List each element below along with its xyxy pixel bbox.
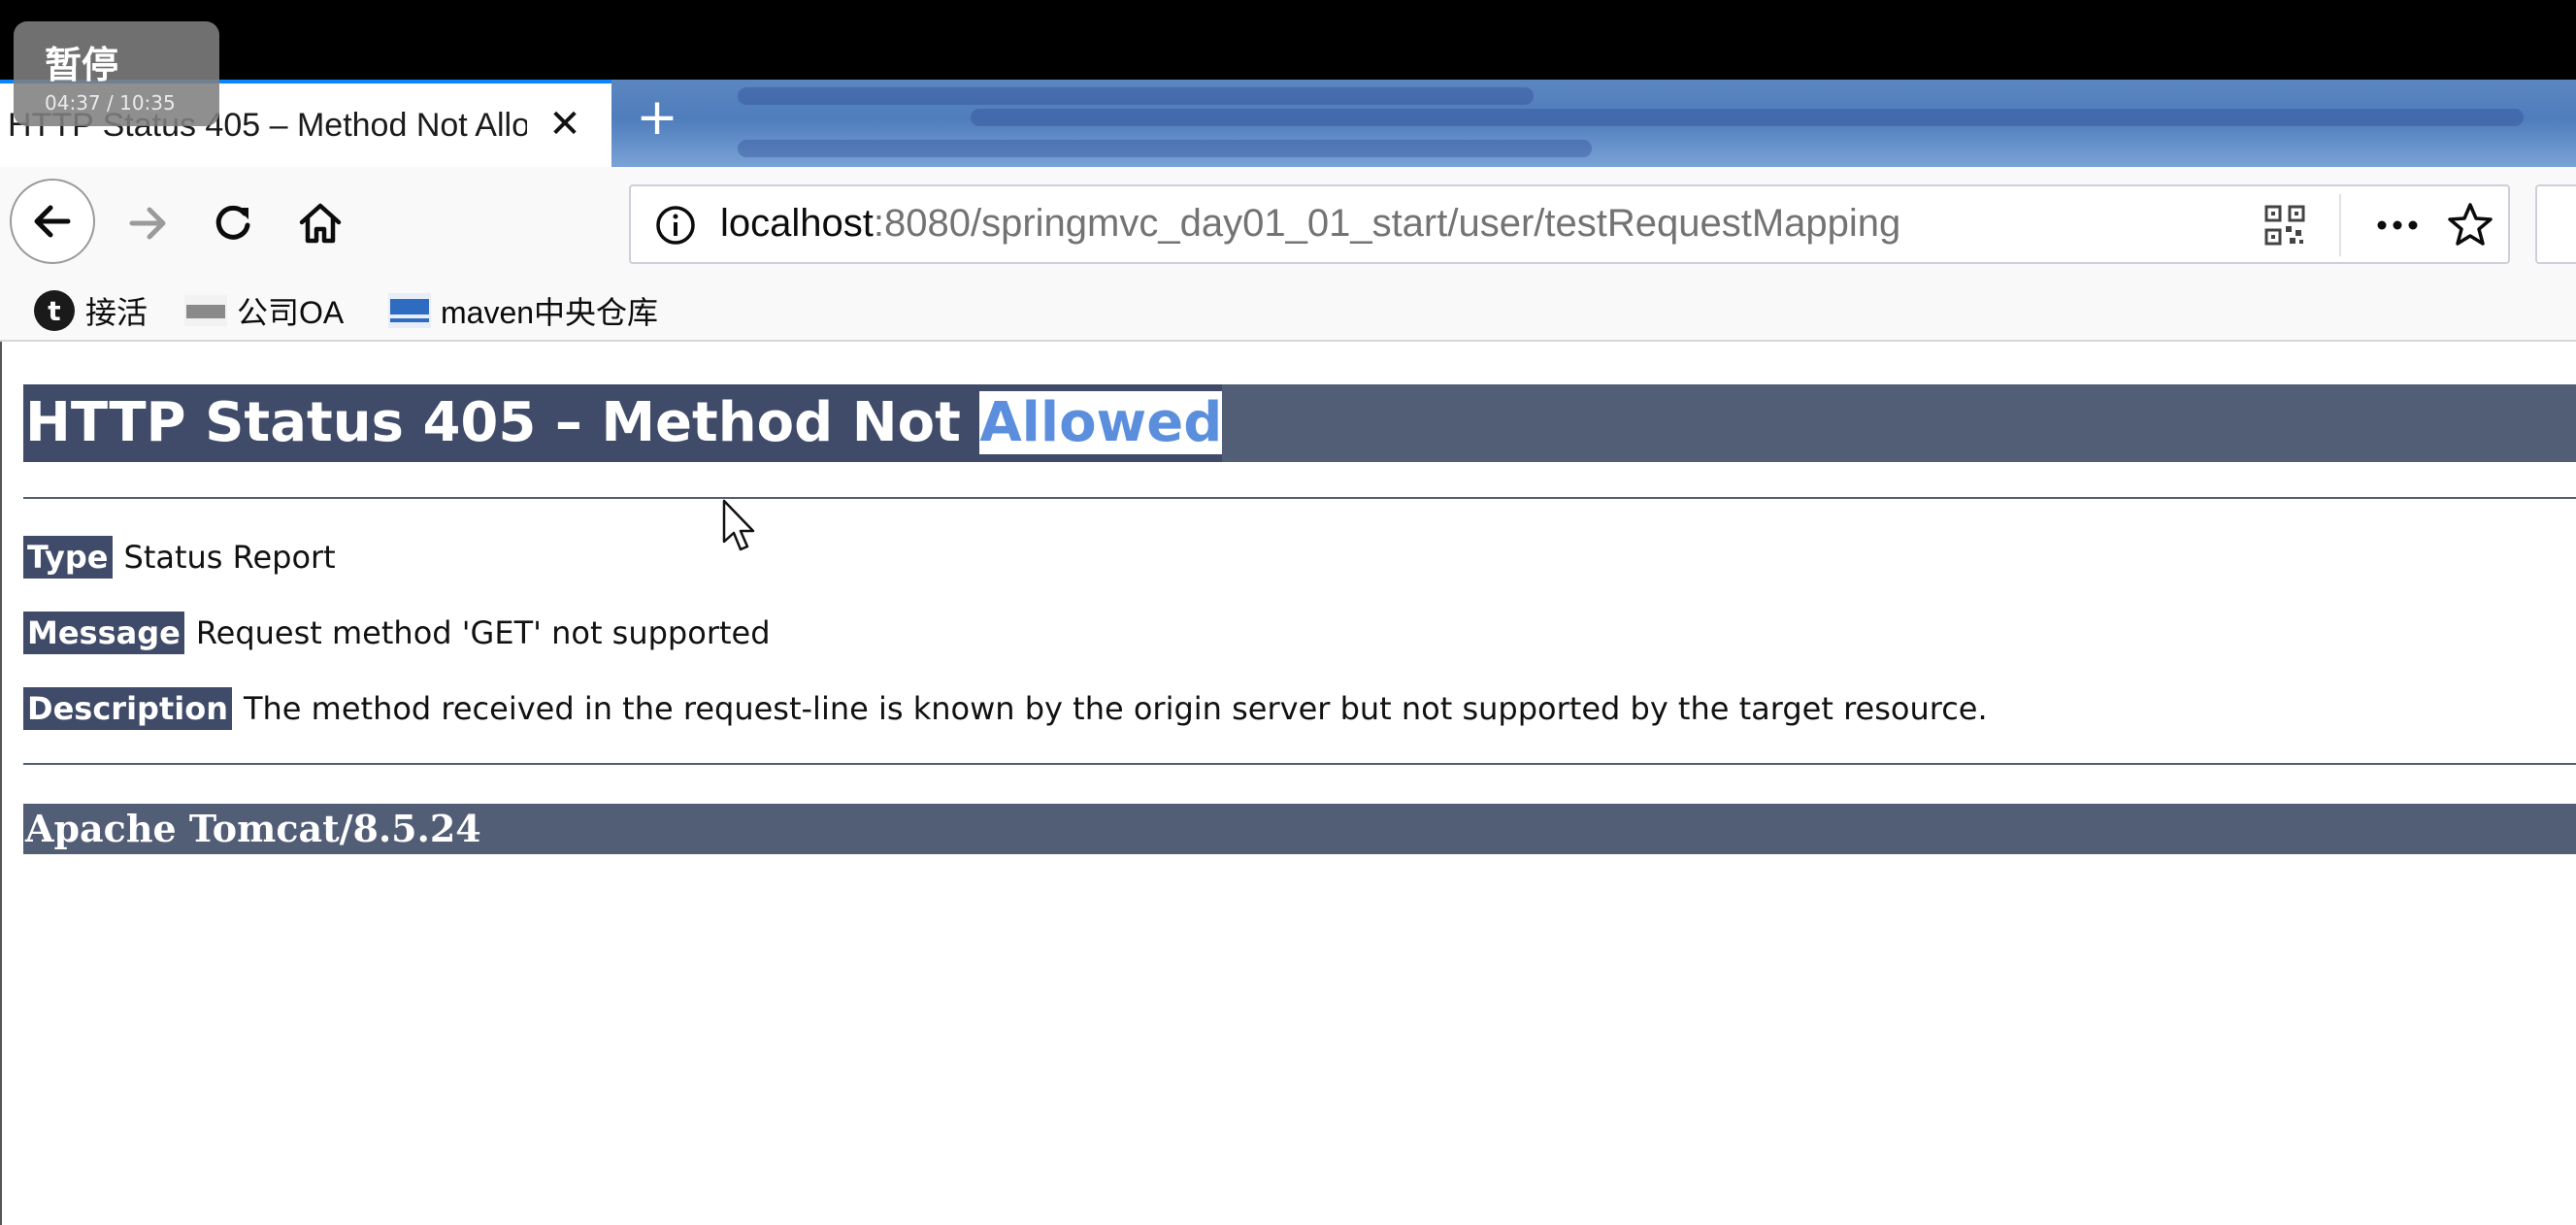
type-row: Type Status Report [23, 536, 336, 579]
page-content: HTTP Status 405 – Method Not Allowed Typ… [0, 342, 2576, 1225]
bookmark-star-icon[interactable] [2446, 200, 2494, 248]
playback-time: 04:37 / 10:35 [45, 91, 176, 115]
more-actions-icon[interactable] [2368, 204, 2427, 247]
arrow-right-icon [129, 207, 166, 240]
navigation-toolbar: localhost:8080/springmvc_day01_01_start/… [0, 167, 2576, 280]
server-version: Apache Tomcat/8.5.24 [25, 807, 481, 850]
type-label: Type [23, 536, 113, 579]
url-bar[interactable]: localhost:8080/springmvc_day01_01_start/… [629, 184, 2510, 264]
bookmark-label: 接活 [85, 295, 149, 330]
forward-button[interactable] [109, 184, 186, 262]
background-window-blur [738, 87, 1534, 105]
url-host: localhost [720, 202, 874, 245]
bookmark-item[interactable]: 公司OA [184, 289, 344, 332]
message-value: Request method 'GET' not supported [195, 614, 771, 651]
arrow-left-icon [34, 205, 71, 238]
divider [23, 763, 2576, 765]
pause-status-label: 暂停 [45, 44, 119, 86]
type-value: Status Report [123, 539, 336, 576]
message-label: Message [23, 612, 184, 654]
description-value: The method received in the request-line … [243, 690, 1988, 727]
bookmark-label: maven中央仓库 [441, 295, 659, 330]
t-circle-icon: t [34, 290, 75, 331]
svg-text:t: t [48, 295, 60, 327]
bookmark-item[interactable]: maven中央仓库 [388, 289, 658, 332]
back-button[interactable] [10, 179, 95, 264]
home-icon [299, 203, 342, 244]
reload-icon [215, 205, 250, 240]
heading-main-text: HTTP Status 405 – Method Not [25, 391, 980, 454]
url-path: :8080/springmvc_day01_01_start/user/test… [873, 202, 1901, 245]
qr-code-icon[interactable] [2263, 204, 2306, 247]
reload-button[interactable] [194, 184, 272, 262]
divider [23, 497, 2576, 499]
search-box[interactable] [2535, 184, 2576, 264]
bookmarks-toolbar: t 接活 公司OA maven中央仓库 [0, 280, 2576, 342]
tab-bar: HTTP Status 405 – Method Not Allowed ✕ + [0, 80, 2576, 167]
close-icon[interactable]: ✕ [545, 105, 584, 144]
bookmark-item[interactable]: t 接活 [33, 289, 148, 332]
page-heading-bar: HTTP Status 405 – Method Not Allowed [23, 384, 2576, 462]
mouse-cursor-icon [722, 499, 755, 551]
background-window-blur [738, 140, 1592, 157]
server-footer-bar: Apache Tomcat/8.5.24 [23, 804, 2576, 854]
url-text[interactable]: localhost:8080/springmvc_day01_01_start/… [720, 202, 1900, 246]
video-top-band [0, 0, 2576, 80]
bookmark-label: 公司OA [237, 295, 345, 330]
page-heading: HTTP Status 405 – Method Not Allowed [23, 384, 1223, 462]
url-bar-separator [2339, 194, 2341, 256]
video-pause-overlay[interactable]: 暂停 04:37 / 10:35 [14, 21, 219, 126]
info-icon[interactable] [654, 204, 697, 247]
message-row: Message Request method 'GET' not support… [23, 612, 771, 654]
new-tab-button[interactable]: + [633, 92, 681, 143]
heading-tail-text: Allowed [979, 391, 1223, 454]
description-label: Description [23, 687, 232, 730]
background-window-blur [971, 109, 2524, 126]
home-button[interactable] [281, 184, 359, 262]
mvn-icon [388, 293, 431, 328]
oa-icon [184, 295, 227, 326]
description-row: Description The method received in the r… [23, 687, 1988, 730]
